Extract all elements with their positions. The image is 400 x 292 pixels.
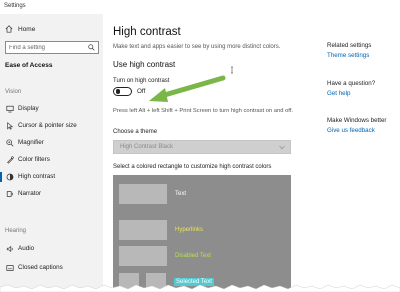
sidebar-item-narrator[interactable]: Narrator (0, 188, 103, 200)
sidebar-item-label: Closed captions (18, 264, 63, 271)
mouse-cursor-icon (231, 66, 233, 74)
torn-edge-decoration (0, 284, 400, 292)
sidebar-item-label: High contrast (18, 173, 56, 180)
section-title: Ease of Access (5, 62, 53, 69)
sidebar-item-color-filters[interactable]: Color filters (0, 154, 103, 166)
window-title: Settings (4, 3, 26, 9)
sidebar-item-high-contrast[interactable]: High contrast (0, 171, 103, 183)
sidebar-item-cursor[interactable]: Cursor & pointer size (0, 120, 103, 132)
shortcut-hint: Press left Alt + left Shift + Print Scre… (113, 108, 294, 114)
sidebar-item-label: Color filters (18, 156, 50, 163)
page-title: High contrast (113, 26, 181, 38)
feedback-heading: Make Windows better (327, 117, 387, 124)
sidebar-item-display[interactable]: Display (0, 103, 103, 115)
group-label-hearing: Hearing (5, 228, 27, 234)
magnifier-icon (6, 139, 14, 147)
disabled-color-swatch[interactable] (119, 246, 167, 266)
cursor-icon (7, 122, 14, 130)
preview-disabled-label: Disabled Text (175, 253, 211, 259)
question-heading: Have a question? (327, 80, 376, 87)
related-settings-heading: Related settings (327, 42, 372, 49)
search-box[interactable] (5, 41, 99, 54)
preview-text-label: Text (175, 191, 187, 197)
narrator-icon (6, 191, 13, 197)
rectangle-instruction: Select a colored rectangle to customize … (113, 164, 272, 170)
title-bar: Settings (0, 0, 400, 14)
sidebar-item-audio[interactable]: Audio (0, 243, 103, 255)
choose-theme-label: Choose a theme (113, 129, 158, 135)
page-description: Make text and apps easier to see by usin… (113, 44, 281, 50)
sidebar-item-label: Magnifier (18, 139, 44, 146)
home-icon (5, 25, 13, 33)
home-nav-item[interactable]: Home (4, 25, 99, 35)
home-label: Home (18, 26, 36, 33)
toggle-knob (115, 89, 120, 94)
sidebar-item-magnifier[interactable]: Magnifier (0, 137, 103, 149)
hyperlink-color-swatch[interactable] (119, 220, 167, 240)
group-label-vision: Vision (5, 89, 22, 95)
green-arrow-annotation (149, 75, 226, 102)
theme-dropdown[interactable]: High Contrast Black (113, 140, 291, 154)
preview-hyperlinks-label: Hyperlinks (175, 227, 204, 233)
high-contrast-icon (6, 173, 14, 181)
give-feedback-link[interactable]: Give us feedback (327, 127, 375, 134)
search-icon[interactable] (88, 44, 95, 51)
section-subheading: Use high contrast (113, 60, 176, 69)
audio-icon (6, 245, 13, 253)
chevron-down-icon (279, 145, 285, 150)
display-icon (6, 105, 14, 113)
captions-icon (6, 265, 14, 271)
color-filters-icon (7, 156, 14, 164)
sidebar-item-closed-captions[interactable]: Closed captions (0, 262, 103, 274)
get-help-link[interactable]: Get help (327, 90, 350, 97)
sidebar: Home Ease of Access Vision Display Curso… (0, 14, 103, 292)
sidebar-item-label: Display (18, 105, 39, 112)
high-contrast-toggle[interactable] (113, 87, 132, 96)
theme-settings-link[interactable]: Theme settings (327, 52, 369, 59)
sidebar-item-label: Narrator (18, 190, 42, 197)
sidebar-item-label: Audio (18, 245, 35, 252)
text-color-swatch[interactable] (119, 184, 167, 204)
contrast-preview: Text Hyperlinks Disabled Text Selected T… (113, 175, 291, 292)
search-input[interactable] (9, 44, 87, 52)
sidebar-item-label: Cursor & pointer size (18, 122, 77, 129)
theme-dropdown-value: High Contrast Black (120, 144, 174, 150)
